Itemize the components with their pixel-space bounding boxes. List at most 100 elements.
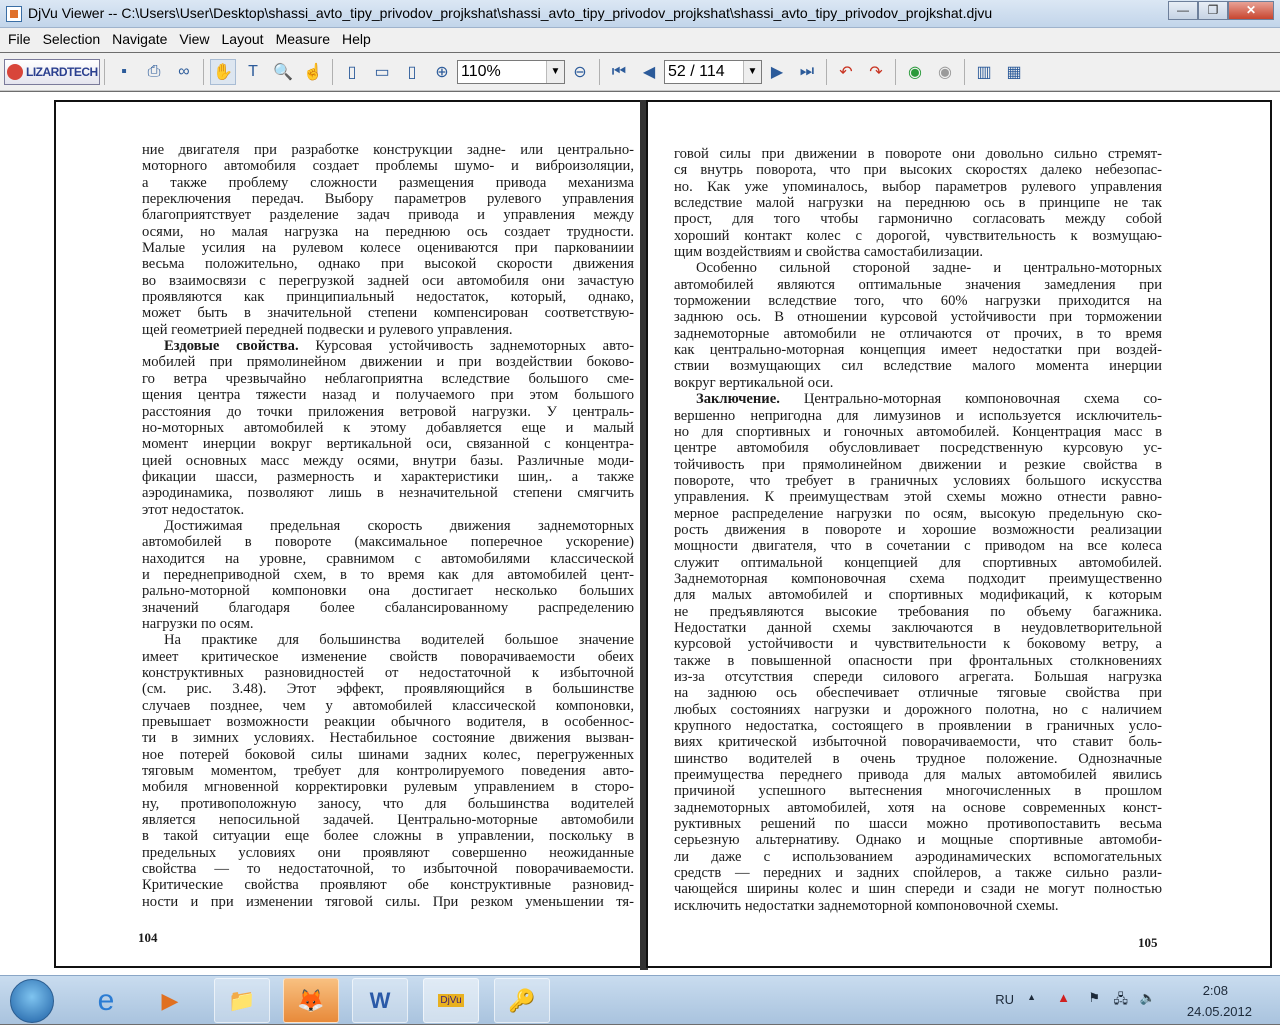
separator (104, 58, 105, 85)
text-line: ное потерей боковой силы шинами задних к… (142, 747, 634, 763)
next-page-icon[interactable]: ▶ (764, 59, 790, 85)
rotate-right-icon[interactable]: ↷ (863, 59, 889, 85)
window-title: DjVu Viewer -- C:\Users\User\Desktop\sha… (28, 5, 993, 21)
text-line: конструктивных разновидностей от недоста… (142, 665, 634, 681)
single-page-icon[interactable]: ▯ (339, 59, 365, 85)
line-text: Курсовая устойчивость заднемоторных авто… (298, 338, 634, 355)
line-text: виях критической избыточной поворачиваем… (674, 734, 1162, 751)
find-binoculars-icon[interactable]: ∞ (171, 59, 197, 85)
rotate-left-icon[interactable]: ↶ (833, 59, 859, 85)
text-line: ся внутрь поворота, что при высоких скор… (674, 162, 1162, 178)
clock-date[interactable]: 24.05.2012 (1187, 1004, 1252, 1019)
line-text: но для спортивных и гоночных автомобилей… (674, 423, 1162, 440)
lizardtech-logo[interactable]: LIZARDTECH (4, 58, 100, 85)
continuous-layout-icon[interactable]: ▥ (971, 59, 997, 85)
text-line: моторного автомобиля создает проблемы шу… (142, 158, 634, 174)
document-viewer[interactable]: ние двигателя при разработке конструкции… (0, 92, 1280, 975)
chevron-down-icon[interactable]: ▼ (743, 60, 761, 83)
facing-pages-icon[interactable]: ▦ (1001, 59, 1027, 85)
menu-selection[interactable]: Selection (37, 28, 107, 52)
line-text: исключить недостатки заднемоторной компо… (674, 897, 1059, 914)
measure-tool-icon[interactable]: ☝ (300, 59, 326, 85)
text-line: не предъявляются высокие требования по о… (674, 604, 1162, 620)
menu-navigate[interactable]: Navigate (106, 28, 173, 52)
menu-help[interactable]: Help (336, 28, 377, 52)
line-text: крупного недостатка, состоящего в проявл… (674, 718, 1162, 735)
last-page-icon[interactable]: ⏭ (794, 59, 820, 85)
line-text: ние двигателя при разработке конструкции… (142, 142, 634, 158)
page-value: 52 / 114 (668, 62, 725, 80)
page-left: ние двигателя при разработке конструкции… (54, 100, 642, 968)
taskbar-firefox[interactable]: 🦊 (283, 978, 339, 1023)
text-line: весьма положительно, однако при высокой … (142, 256, 634, 272)
maximize-button[interactable]: ❐ (1198, 1, 1228, 20)
taskbar-explorer[interactable]: 📁 (214, 978, 270, 1023)
line-text: случаев позднее, чем у автомобилей класс… (142, 697, 634, 714)
network-icon[interactable]: 🖧 (1114, 990, 1129, 1012)
line-text: центре автомобиля обусловливает посредст… (674, 440, 1162, 457)
line-text: мерное распределение нагрузки по осям, в… (674, 505, 1162, 522)
print-icon[interactable]: ⎙ (141, 59, 167, 85)
taskbar-keys[interactable]: 🔑 (494, 978, 550, 1023)
previous-page-icon[interactable]: ◀ (636, 59, 662, 85)
forward-icon[interactable]: ◉ (932, 59, 958, 85)
menu-layout[interactable]: Layout (216, 28, 270, 52)
line-text: го ветра чрезвычайно неблагоприятна всле… (142, 370, 634, 387)
zoom-in-icon[interactable]: ⊕ (429, 59, 455, 85)
fit-width-icon[interactable]: ▭ (369, 59, 395, 85)
separator (599, 58, 600, 85)
text-line: Малые усилия на рулевом колесе оценивают… (142, 240, 634, 256)
text-line: причиной успешного вытеснения многочисле… (674, 783, 1162, 799)
line-text: Недостатки данной схемы заключаются в не… (674, 619, 1162, 636)
line-text: управления. К преимуществам этой схемы м… (674, 489, 1162, 506)
save-icon[interactable]: ▪ (111, 59, 137, 85)
update-icon[interactable]: ▲ (1057, 990, 1070, 1005)
minimize-button[interactable]: — (1168, 1, 1198, 20)
show-hidden-icons[interactable]: ▲ (1027, 992, 1036, 1002)
line-text: как центрально-моторная концепция имеет … (674, 342, 1162, 359)
line-text: мобилей при прямолинейном движении и при… (142, 354, 634, 371)
text-line: вокруг вертикальной оси. (674, 375, 1162, 391)
back-icon[interactable]: ◉ (902, 59, 928, 85)
line-text: служит оптимальной концепцией для спорти… (674, 554, 1162, 571)
close-button[interactable]: ✕ (1228, 1, 1274, 20)
hand-tool-icon[interactable]: ✋ (210, 58, 236, 85)
text-line: заднюю ось. В отношении курсовой устойчи… (674, 309, 1162, 325)
taskbar-djvu[interactable]: DjVu (423, 978, 479, 1023)
clock-time[interactable]: 2:08 (1203, 983, 1228, 998)
zoom-select[interactable]: 110% ▼ (457, 59, 565, 84)
text-select-icon[interactable]: T (240, 59, 266, 85)
first-page-icon[interactable]: ⏮ (606, 59, 632, 85)
fit-page-icon[interactable]: ▯ (399, 59, 425, 85)
zoom-select-icon[interactable]: 🔍 (270, 59, 296, 85)
text-line: ну, противоположную заносу, что для боль… (142, 796, 634, 812)
line-text: вследствие малой нагрузки на переднюю ос… (674, 195, 1162, 212)
volume-icon[interactable]: 🔈 (1140, 990, 1156, 1006)
text-line: Недостатки данной схемы заключаются в не… (674, 620, 1162, 636)
menu-file[interactable]: File (2, 28, 37, 52)
line-text: не предъявляются высокие требования по о… (674, 603, 1162, 620)
line-text: свойства — то недостаточной, то избыточн… (142, 861, 634, 878)
line-text: может быть в значительной степени компен… (142, 305, 634, 322)
chevron-down-icon[interactable]: ▼ (546, 60, 564, 83)
line-text: в такой ситуации еще более сложны в упра… (142, 828, 634, 845)
page-number-left: 104 (138, 930, 158, 945)
separator (203, 58, 204, 85)
line-text: серьезную альтернативу. Однако и мощные … (674, 832, 1162, 849)
menu-bar: File Selection Navigate View Layout Meas… (0, 28, 1280, 52)
menu-measure[interactable]: Measure (270, 28, 336, 52)
text-line: нагрузки по осям. (142, 616, 634, 632)
start-button[interactable] (10, 979, 54, 1023)
taskbar-word[interactable]: W (352, 978, 408, 1023)
action-center-flag-icon[interactable]: ⚑ (1088, 990, 1100, 1006)
page-select[interactable]: 52 / 114 ▼ (664, 59, 762, 84)
taskbar-ie[interactable]: e (78, 978, 134, 1023)
menu-view[interactable]: View (173, 28, 215, 52)
text-line: переключения передач. Выбору параметров … (142, 191, 634, 207)
text-line: щения центра тяжести назад и получаемого… (142, 387, 634, 403)
language-indicator[interactable]: RU (995, 992, 1014, 1007)
zoom-out-icon[interactable]: ⊖ (567, 59, 593, 85)
text-line: но для спортивных и гоночных автомобилей… (674, 424, 1162, 440)
line-text: хороший контакт колес с дорогой, чувстви… (674, 227, 1162, 244)
taskbar-media-player[interactable]: ▶ (142, 978, 198, 1023)
